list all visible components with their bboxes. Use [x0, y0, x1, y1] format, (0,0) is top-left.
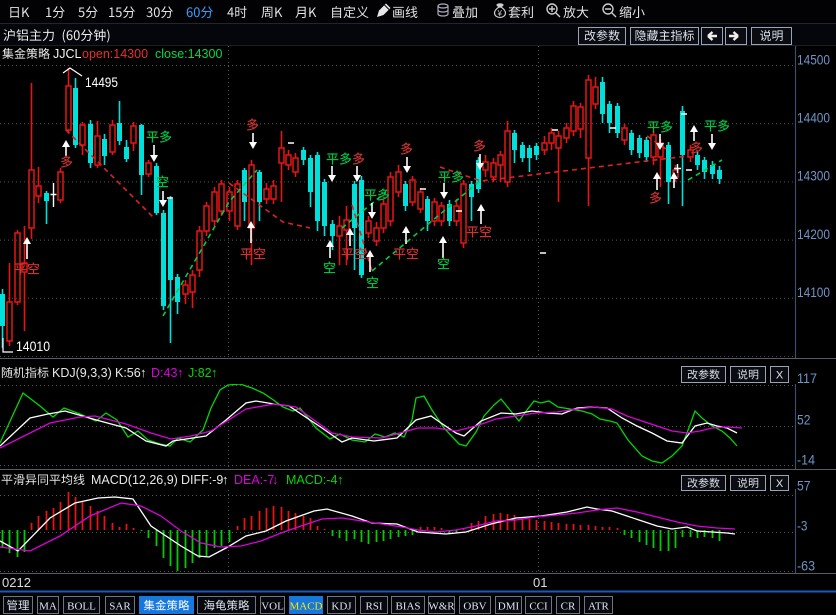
svg-text:DMI: DMI	[498, 601, 520, 613]
svg-text:KDJ(9,3,3): KDJ(9,3,3)	[52, 366, 112, 380]
svg-text:DEA:-7: DEA:-7	[234, 473, 274, 487]
svg-text:01: 01	[533, 575, 547, 590]
svg-text:14200: 14200	[797, 227, 830, 242]
svg-text:14100: 14100	[797, 285, 830, 300]
svg-text:SAR: SAR	[109, 601, 131, 613]
svg-text:14500: 14500	[797, 52, 830, 67]
svg-text:CR: CR	[561, 601, 576, 613]
svg-text:D:43: D:43	[151, 366, 177, 380]
svg-text:X: X	[776, 369, 784, 381]
svg-text:J:82: J:82	[188, 366, 212, 380]
svg-text:↑: ↑	[211, 365, 218, 380]
svg-text:open:14300: open:14300	[82, 47, 148, 61]
svg-text:117: 117	[797, 371, 817, 386]
svg-text:MACD:-4: MACD:-4	[286, 473, 337, 487]
svg-text:-63: -63	[797, 558, 815, 573]
svg-text:W&R: W&R	[428, 601, 455, 613]
svg-text:VOL: VOL	[261, 601, 284, 613]
svg-text:-14: -14	[797, 453, 815, 468]
svg-text:↑: ↑	[337, 472, 344, 487]
svg-text:52: 52	[797, 412, 811, 427]
svg-text:close:14300: close:14300	[155, 47, 222, 61]
svg-text:↑: ↑	[222, 472, 229, 487]
svg-text:MA: MA	[39, 601, 57, 613]
svg-text:↓: ↓	[272, 472, 279, 487]
svg-text:MACD(12,26,9): MACD(12,26,9)	[91, 473, 178, 487]
svg-text:0212: 0212	[2, 575, 31, 590]
svg-text:K:56: K:56	[115, 366, 141, 380]
svg-text:14495: 14495	[85, 75, 118, 90]
svg-text:X: X	[776, 478, 784, 490]
svg-text:↑: ↑	[140, 365, 147, 380]
svg-text:DIFF:-9: DIFF:-9	[181, 473, 223, 487]
svg-text:OBV: OBV	[463, 601, 486, 613]
svg-text:CCI: CCI	[529, 601, 548, 613]
svg-text:-3: -3	[797, 518, 808, 533]
svg-text:KDJ: KDJ	[331, 601, 352, 613]
svg-text:ATR: ATR	[588, 601, 609, 613]
svg-text:↑: ↑	[177, 365, 184, 380]
svg-text:14400: 14400	[797, 111, 830, 126]
svg-text:BOLL: BOLL	[67, 601, 96, 613]
svg-text:57: 57	[797, 478, 811, 493]
svg-text:14010: 14010	[16, 339, 50, 354]
svg-text:14300: 14300	[797, 169, 830, 184]
svg-text:RSI: RSI	[365, 601, 382, 613]
svg-text:¥: ¥	[497, 9, 503, 18]
svg-text:BIAS: BIAS	[395, 601, 420, 613]
svg-text:MACD: MACD	[289, 601, 322, 613]
svg-text:JJCL: JJCL	[53, 47, 82, 61]
